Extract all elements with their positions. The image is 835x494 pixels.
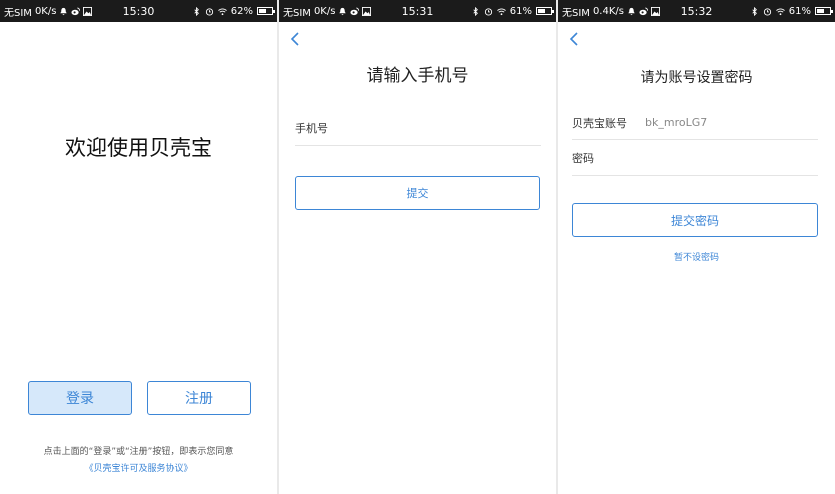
agreement-text: 点击上面的“登录”或“注册”按钮，即表示您同意	[43, 447, 234, 457]
wifi-icon	[217, 8, 227, 15]
page-title: 请为账号设置密码	[640, 70, 753, 86]
battery-percent: 62%	[230, 5, 253, 17]
alarm-icon	[205, 7, 213, 16]
battery-percent: 61%	[788, 5, 811, 17]
account-row: 贝壳宝账号 bk_mroLG7	[572, 106, 818, 140]
status-time: 15:32	[680, 4, 713, 18]
status-bar: 无SIM 0.4K/s 15:32 61%	[558, 0, 835, 22]
status-time: 15:30	[122, 4, 155, 18]
network-speed: 0K/s	[313, 5, 336, 17]
notification-bell-icon	[339, 7, 347, 15]
password-input[interactable]	[572, 152, 818, 165]
weibo-icon	[71, 6, 81, 15]
image-icon	[650, 6, 660, 16]
welcome-screen: 无SIM 0K/s 15:30 62% 欢迎使用贝壳宝 登录 注册 点击上面的“…	[0, 0, 277, 494]
chevron-left-icon[interactable]	[566, 30, 584, 48]
image-icon	[83, 6, 93, 16]
alarm-icon	[763, 7, 771, 16]
welcome-title: 欢迎使用贝壳宝	[65, 136, 212, 160]
battery-icon	[536, 7, 554, 15]
page-title: 请输入手机号	[366, 66, 469, 86]
agreement-link[interactable]: 《贝壳宝许可及服务协议》	[0, 461, 277, 474]
network-speed: 0K/s	[34, 5, 57, 17]
skip-password-link[interactable]: 暂不设密码	[558, 250, 835, 263]
notification-bell-icon	[628, 7, 635, 15]
carrier-label: 无SIM	[283, 7, 311, 19]
battery-icon	[257, 7, 275, 15]
account-value: bk_mroLG7	[645, 116, 708, 129]
carrier-label: 无SIM	[562, 7, 590, 19]
password-field	[572, 152, 818, 165]
wifi-icon	[496, 8, 506, 15]
weibo-icon	[350, 6, 360, 15]
status-time: 15:31	[401, 4, 434, 18]
password-row	[572, 142, 818, 176]
account-label: 贝壳宝账号	[572, 116, 627, 130]
network-speed: 0.4K/s	[592, 5, 624, 17]
chevron-left-icon[interactable]	[287, 30, 305, 48]
wifi-icon	[775, 8, 785, 15]
weibo-icon	[639, 6, 648, 15]
alarm-icon	[484, 7, 492, 16]
battery-level-fill	[538, 9, 545, 13]
status-bar: 无SIM 0K/s 15:30 62%	[0, 0, 277, 22]
login-button[interactable]: 登录	[28, 381, 132, 415]
submit-button[interactable]: 提交	[295, 176, 540, 210]
bluetooth-icon	[473, 6, 478, 16]
phone-field	[295, 112, 541, 146]
status-bar: 无SIM 0K/s 15:31 61%	[279, 0, 556, 22]
phone-input[interactable]	[295, 122, 541, 135]
register-button[interactable]: 注册	[147, 381, 251, 415]
submit-password-button[interactable]: 提交密码	[572, 203, 818, 237]
image-icon	[362, 6, 372, 16]
battery-level-fill	[817, 9, 824, 13]
bluetooth-icon	[752, 6, 757, 16]
battery-level-fill	[259, 9, 266, 13]
battery-percent: 61%	[509, 5, 532, 17]
battery-icon	[815, 7, 833, 15]
phone-input-screen: 无SIM 0K/s 15:31 61% 请输入手机号 提交	[279, 0, 556, 494]
notification-bell-icon	[60, 7, 68, 15]
carrier-label: 无SIM	[4, 7, 32, 19]
set-password-screen: 无SIM 0.4K/s 15:32 61% 请为账号设置密码 贝壳宝账号 bk_…	[558, 0, 835, 494]
bluetooth-icon	[194, 6, 199, 16]
